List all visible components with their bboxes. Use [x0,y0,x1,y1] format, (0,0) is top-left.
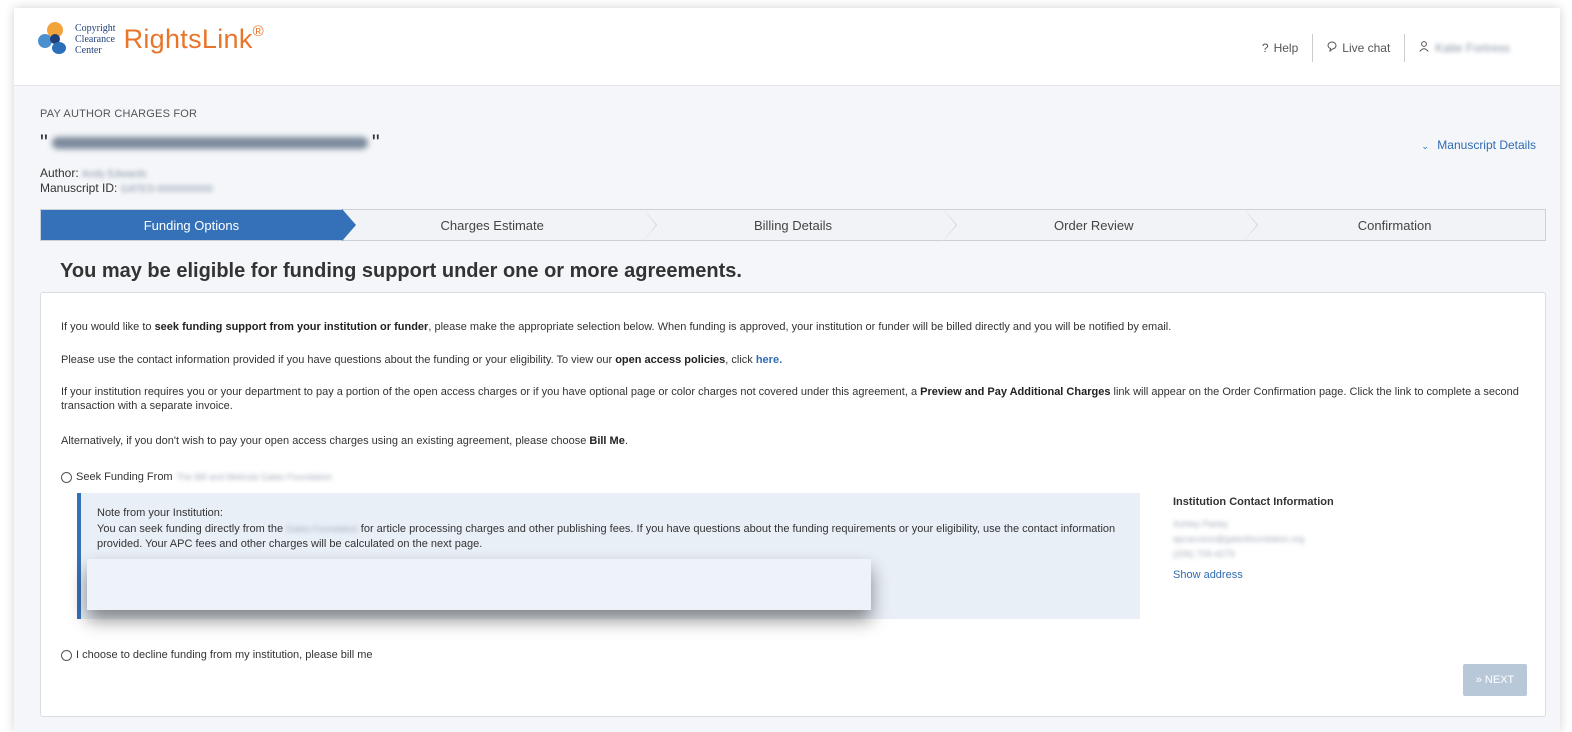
manuscript-title: " " [40,130,380,155]
live-chat-link[interactable]: Live chat [1312,34,1404,62]
seek-funding-option[interactable]: Seek Funding From The Bill and Melinda G… [61,471,332,483]
intro-paragraph: If you would like to seek funding suppor… [61,321,1172,333]
chevron-down-icon: ⌄ [1421,141,1429,151]
manuscript-details-label: Manuscript Details [1437,138,1536,152]
help-link[interactable]: ? Help [1248,34,1312,62]
manuscript-title-redacted [51,137,368,149]
institution-contact: Institution Contact Information Ashley P… [1173,496,1334,581]
pay-author-charges-label: PAY AUTHOR CHARGES FOR [40,108,198,120]
step-charges-estimate: Charges Estimate [342,209,657,241]
page-heading: You may be eligible for funding support … [60,260,742,282]
here-link[interactable]: here. [756,354,782,366]
progress-steps: Funding Options Charges Estimate Billing… [40,209,1546,241]
policy-paragraph: Please use the contact information provi… [61,354,783,366]
ccc-logo-text: Copyright Clearance Center [75,22,116,56]
ccc-logo-icon [38,22,72,56]
seek-funding-label: Seek Funding From [76,471,173,483]
note-title: Note from your Institution: [97,507,223,519]
rightslink-brand: RightsLink® [123,23,264,54]
ccc-logo[interactable]: Copyright Clearance Center RightsLink® [38,22,264,56]
step-confirmation: Confirmation [1357,217,1432,233]
manuscript-id-line: Manuscript ID: GATES-0000000000 [40,181,213,195]
user-menu[interactable]: Katie Fortress [1404,34,1524,62]
institution-note: Note from your Institution: You can seek… [77,493,1140,619]
additional-charges-paragraph: If your institution requires you or your… [61,386,1519,412]
live-chat-label: Live chat [1342,41,1391,55]
author-name: Andy Edwards [82,169,147,180]
help-label: Help [1273,41,1299,55]
app-window: Copyright Clearance Center RightsLink® ?… [14,8,1560,732]
funding-card: If you would like to seek funding suppor… [40,292,1546,717]
manuscript-details-toggle[interactable]: ⌄ Manuscript Details [1421,138,1536,152]
contact-email: apcaccess@gatesfoundation.org [1173,534,1305,544]
chat-bubble-icon [1327,41,1338,55]
top-bar: Copyright Clearance Center RightsLink® ?… [14,8,1560,86]
author-line: Author: Andy Edwards [40,166,147,180]
contact-title: Institution Contact Information [1173,496,1334,508]
contact-phone: (206) 709-4279 [1173,549,1235,559]
decline-funding-option[interactable]: I choose to decline funding from my inst… [61,649,373,661]
user-icon [1419,41,1429,55]
note-overlay-panel [87,559,871,610]
next-button[interactable]: » NEXT [1463,664,1527,696]
decline-funding-label: I choose to decline funding from my inst… [76,649,373,661]
manuscript-id: GATES-0000000000 [120,184,213,195]
contact-name: Ashley Parley [1173,519,1229,529]
decline-funding-radio[interactable] [61,649,72,661]
show-address-link[interactable]: Show address [1173,569,1334,581]
step-billing-details: Billing Details [643,209,958,241]
user-name: Katie Fortress [1435,41,1510,55]
bill-me-paragraph: Alternatively, if you don't wish to pay … [61,435,628,447]
seek-funding-org: The Bill and Melinda Gates Foundation [176,472,333,482]
seek-funding-radio[interactable] [61,471,72,483]
step-funding-options: Funding Options [41,209,356,241]
note-org: Gates Foundation [286,524,358,534]
question-icon: ? [1261,41,1269,55]
top-links: ? Help Live chat Katie Fortress [1248,34,1524,62]
step-order-review: Order Review [943,209,1258,241]
note-body: You can seek funding directly from the G… [97,523,1116,550]
